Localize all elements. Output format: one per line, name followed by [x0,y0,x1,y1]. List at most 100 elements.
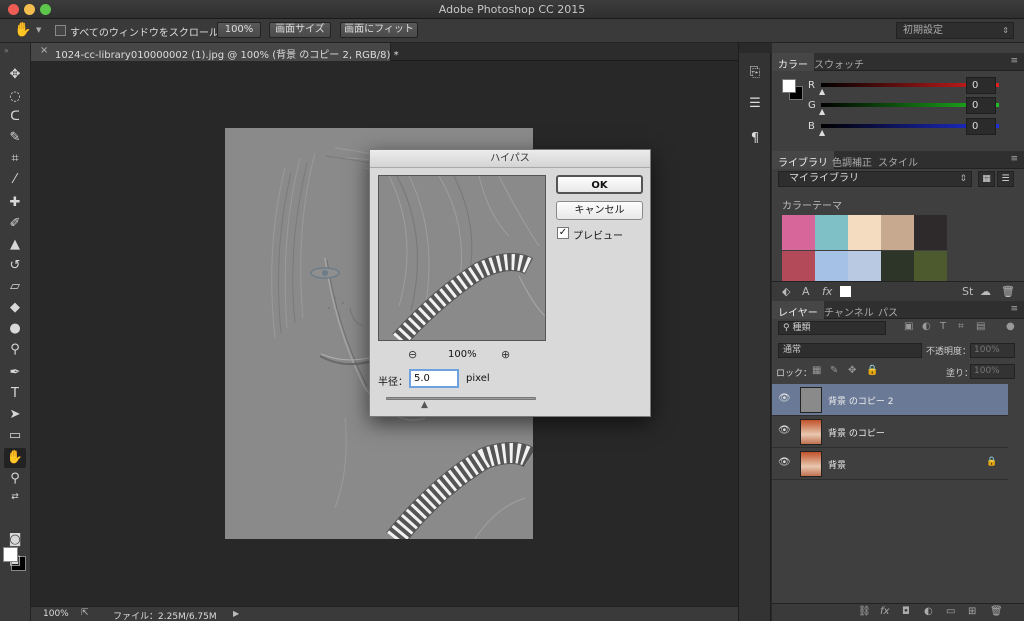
document-tab[interactable]: × 1024-cc-library010000002 (1).jpg @ 100… [31,43,399,61]
swap-colors-icon[interactable]: ⇄ [4,487,26,507]
radius-slider-track[interactable] [386,397,536,400]
color-theme-swatch[interactable] [914,215,947,250]
cloud-sync-icon[interactable]: ☁ [980,285,991,298]
marquee-tool-icon[interactable]: ◌ [4,87,26,107]
dialog-title[interactable]: ハイパス [370,150,650,168]
color-theme-swatch[interactable] [782,215,815,250]
panel-menu-icon[interactable]: ≡ [1010,154,1018,164]
slider-thumb-icon[interactable]: ▲ [819,128,825,137]
filter-adjustment-icon[interactable]: ◐ [922,321,931,332]
zoom-out-icon[interactable]: ⊖ [408,348,417,361]
filter-type-icon[interactable]: T [940,321,946,332]
add-layer-style-icon[interactable]: fx [822,285,832,298]
add-graphic-icon[interactable]: ⬖ [782,285,790,298]
lock-position-icon[interactable]: ✥ [848,365,856,376]
cancel-button[interactable]: キャンセル [556,201,643,220]
color-slider-r[interactable]: R ▲ 0 [808,77,1018,96]
filter-pixel-icon[interactable]: ▣ [904,321,913,332]
pen-tool-icon[interactable]: ✒ [4,363,26,383]
tab-layers[interactable]: レイヤー [772,301,824,319]
path-selection-tool-icon[interactable]: ➤ [4,405,26,425]
visibility-eye-icon[interactable]: 👁 [778,393,791,404]
blend-mode-select[interactable]: 通常 [778,343,922,358]
healing-brush-tool-icon[interactable]: ✚ [4,193,26,213]
trash-icon[interactable]: 🗑 [990,606,1003,617]
color-slider-g[interactable]: G ▲ 0 [808,97,1018,116]
zoom-tool-icon[interactable]: ⚲ [4,469,26,489]
grid-view-icon[interactable]: ▦ [978,171,995,187]
channel-value-b[interactable]: 0 [966,118,996,135]
filter-preview[interactable] [378,175,546,341]
dock-header[interactable] [739,43,772,53]
preview-checkbox[interactable]: ✓ [557,227,569,239]
color-slider-b[interactable]: B ▲ 0 [808,118,1018,137]
visibility-eye-icon[interactable]: 👁 [778,457,791,468]
color-theme-swatch[interactable] [914,251,947,281]
new-group-icon[interactable]: ▭ [946,606,955,617]
opacity-input[interactable]: 100% [970,343,1015,358]
lasso-tool-icon[interactable]: ᑕ [4,107,26,127]
layer-row[interactable]: 👁 背景 のコピー 2 [772,384,1008,416]
fill-screen-button[interactable]: 画面にフィット [340,22,418,38]
panel-grip-icon[interactable]: » [4,46,9,55]
layer-row[interactable]: 👁 背景 🔒 [772,448,1008,480]
layer-row[interactable]: 👁 背景 のコピー [772,416,1008,448]
play-arrow-icon[interactable]: ▶ [233,609,239,618]
filter-toggle-icon[interactable]: ● [1006,321,1015,332]
channel-value-r[interactable]: 0 [966,77,996,94]
color-foreground-swatch[interactable] [782,79,796,93]
tab-adjustments[interactable]: 色調補正 [826,151,878,169]
color-theme-swatch[interactable] [881,215,914,250]
close-icon[interactable]: × [40,45,48,56]
lock-icon[interactable]: 🔒 [986,457,997,467]
channel-value-g[interactable]: 0 [966,97,996,114]
hand-tool-preset-icon[interactable]: ✋ [14,22,32,40]
crop-tool-icon[interactable]: ⌗ [4,149,26,169]
layer-mask-icon[interactable]: ◘ [902,606,910,617]
zoom-in-icon[interactable]: ⊕ [501,348,510,361]
adjustment-layer-icon[interactable]: ◐ [924,606,933,617]
workspace-preset-select[interactable]: 初期設定 ⇕ [896,22,1014,39]
eraser-tool-icon[interactable]: ▱ [4,277,26,297]
link-layers-icon[interactable]: ⛓ [858,606,871,617]
history-brush-tool-icon[interactable]: ↺ [4,256,26,276]
foreground-color-swatch[interactable] [3,547,18,562]
list-view-icon[interactable]: ☰ [997,171,1014,187]
eyedropper-tool-icon[interactable]: ⁄ [4,170,26,190]
move-tool-icon[interactable]: ✥ [4,65,26,85]
trash-icon[interactable]: 🗑 [1001,285,1015,298]
filter-shape-icon[interactable]: ⌗ [958,321,964,332]
type-tool-icon[interactable]: T [4,384,26,404]
layer-filter-select[interactable]: ⚲ 種類 [778,321,886,335]
lock-all-icon[interactable]: 🔒 [866,365,878,376]
radius-input[interactable]: 5.0 [409,369,459,388]
blur-tool-icon[interactable]: ● [4,319,26,339]
scroll-all-windows-checkbox[interactable] [55,25,66,36]
character-panel-icon[interactable]: ¶ [745,129,765,149]
color-theme-swatch[interactable] [848,215,881,250]
lock-transparent-icon[interactable]: ▦ [812,365,821,376]
layer-style-icon[interactable]: fx [880,606,889,617]
hand-tool-icon[interactable]: ✋ [4,448,26,468]
fill-input[interactable]: 100% [970,364,1015,379]
filter-smart-object-icon[interactable]: ▤ [976,321,985,332]
share-icon[interactable]: ⇱ [81,608,89,618]
rectangle-tool-icon[interactable]: ▭ [4,426,26,446]
color-theme-swatch[interactable] [848,251,881,281]
slider-thumb-icon[interactable]: ▲ [421,400,428,410]
status-zoom[interactable]: 100% [43,609,69,619]
paint-bucket-tool-icon[interactable]: ◆ [4,298,26,318]
slider-thumb-icon[interactable]: ▲ [819,107,825,116]
color-theme-swatch[interactable] [815,251,848,281]
slider-thumb-icon[interactable]: ▲ [819,87,825,96]
tab-paths[interactable]: パス [872,301,904,319]
ok-button[interactable]: OK [556,175,643,194]
visibility-eye-icon[interactable]: 👁 [778,425,791,436]
add-color-icon[interactable] [840,286,851,297]
library-select[interactable]: マイライブラリ ⇕ [778,171,972,187]
stock-icon[interactable]: St [962,285,973,298]
lock-image-icon[interactable]: ✎ [830,365,838,376]
tab-styles[interactable]: スタイル [872,151,924,169]
tab-libraries[interactable]: ライブラリ [772,151,834,169]
color-theme-swatch[interactable] [881,251,914,281]
